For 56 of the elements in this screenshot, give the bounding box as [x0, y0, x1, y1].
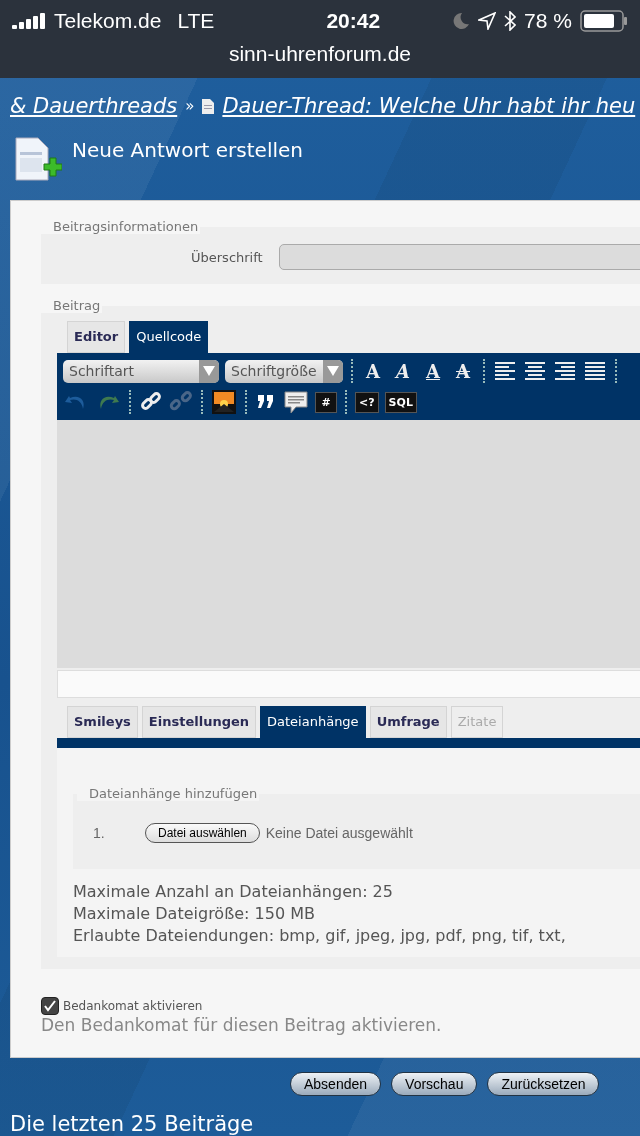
option-tab[interactable]: Dateianhänge: [260, 706, 366, 738]
option-tab[interactable]: Smileys: [67, 706, 138, 738]
editor-tab[interactable]: Quellcode: [129, 321, 209, 353]
carrier-name: Telekom.de: [54, 9, 162, 33]
form-button[interactable]: Vorschau: [391, 1072, 478, 1096]
underline-button[interactable]: A: [421, 360, 445, 382]
choose-file-button[interactable]: Datei auswählen: [145, 823, 260, 843]
battery-icon: [580, 10, 628, 32]
info-text: Maximale Dateigröße: 150 MB: [73, 903, 316, 925]
align-center-icon[interactable]: [523, 359, 547, 383]
option-tab[interactable]: Umfrage: [369, 706, 447, 738]
code-button[interactable]: <?: [355, 391, 379, 413]
field-label: Überschrift: [191, 249, 263, 265]
editor-tab[interactable]: Editor: [67, 321, 126, 353]
form-button[interactable]: Absenden: [290, 1072, 382, 1096]
italic-button[interactable]: A: [391, 360, 415, 382]
breadcrumb-link[interactable]: & Dauerthreads: [10, 94, 178, 118]
breadcrumb-link[interactable]: Dauer-Thread: Welche Uhr habt ihr heu: [222, 94, 636, 118]
page-title: Neue Antwort erstellen: [72, 138, 303, 162]
network-type: LTE: [177, 9, 215, 33]
clock-time: 20:42: [325, 9, 381, 33]
form-button[interactable]: Zurücksetzen: [487, 1072, 600, 1096]
code-button[interactable]: SQL: [384, 391, 417, 413]
checkbox[interactable]: [41, 997, 59, 1015]
signal-icon: [12, 13, 46, 29]
section-legend: Dateianhänge hinzufügen: [77, 786, 260, 801]
align-right-icon[interactable]: [553, 359, 577, 383]
align-left-icon[interactable]: [493, 359, 517, 383]
bold-button[interactable]: A: [361, 360, 385, 382]
option-tab[interactable]: Einstellungen: [141, 706, 257, 738]
row-number: 1.: [93, 825, 106, 841]
strike-button[interactable]: A: [451, 360, 475, 382]
font-select[interactable]: Schriftart: [63, 359, 219, 383]
speech-bubble-icon[interactable]: [283, 389, 309, 415]
bluetooth-icon: [504, 11, 517, 31]
new-document-icon: [14, 136, 62, 184]
section-title: Die letzten 25 Beiträge: [9, 1111, 255, 1136]
dropdown-arrow-icon[interactable]: [203, 366, 215, 376]
dropdown-arrow-icon[interactable]: [327, 366, 339, 376]
justify-icon[interactable]: [583, 359, 607, 383]
code-button[interactable]: #: [315, 391, 337, 413]
font-size-select[interactable]: Schriftgröße: [225, 359, 343, 383]
file-status: Keine Datei ausgewählt: [265, 825, 413, 841]
checkbox-label: Bedankomat aktivieren: [63, 999, 203, 1013]
checkbox-description: Den Bedankomat für diesen Beitrag aktivieren.: [41, 1015, 443, 1035]
info-text: Erlaubte Dateiendungen: bmp, gif, jpeg, jpg, pdf, png, tif, txt,: [73, 925, 567, 947]
battery-percent: 78 %: [524, 9, 572, 33]
breadcrumb-separator: »: [185, 97, 195, 115]
moon-icon: [452, 12, 471, 30]
sunset-image-icon[interactable]: [211, 389, 237, 415]
document-icon: [202, 98, 215, 114]
location-arrow-icon: [478, 12, 497, 30]
section-legend: Beitragsinformationen: [41, 219, 201, 234]
page-url[interactable]: sinn-uhrenforum.de: [0, 42, 640, 66]
info-text: Maximale Anzahl an Dateianhängen: 25: [73, 881, 394, 903]
section-legend: Beitrag: [41, 298, 103, 313]
